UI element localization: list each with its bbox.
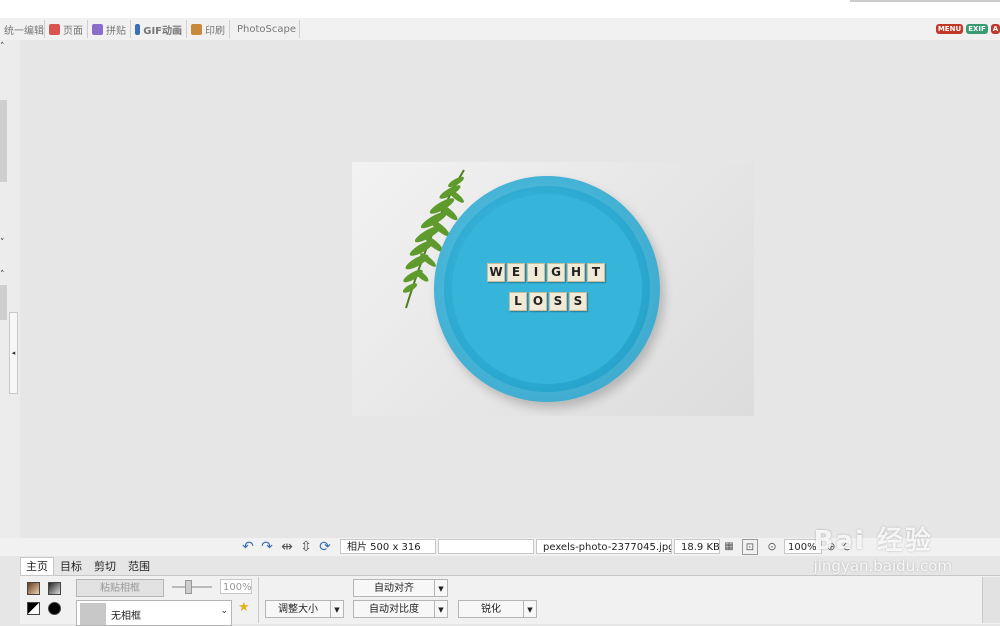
plate-center xyxy=(452,194,642,384)
paste-frame-button[interactable]: 粘贴相框 xyxy=(76,579,164,597)
auto-level-button[interactable]: 自动对齐 xyxy=(353,579,435,597)
letter-tile: O xyxy=(529,292,547,311)
auto-level-dropdown[interactable]: ▼ xyxy=(434,579,448,597)
tab-photoscape[interactable]: PhotoScape xyxy=(230,20,300,38)
contrast-tool-icon[interactable] xyxy=(27,602,40,615)
left-side-strip: ˄ ˅ ˄ ◂ xyxy=(0,40,20,538)
sharpen-dropdown[interactable]: ▼ xyxy=(523,600,537,618)
transparency-grid-icon[interactable]: ▦ xyxy=(722,539,736,555)
tab-home[interactable]: 主页 xyxy=(20,557,54,575)
chevron-up-icon[interactable]: ˄ xyxy=(0,42,9,52)
letter-tile: T xyxy=(587,263,605,282)
editor-panel: 粘贴相框 100% 无相框 ⌄ ★ 调整大小 ▼ 自动对齐 ▼ 自动对比度 ▼ … xyxy=(20,575,1000,626)
tab-gif-animation[interactable]: GIF动画 xyxy=(131,20,187,38)
editor-panel-tabs: 主页 目标 剪切 范围 xyxy=(20,557,156,575)
opacity-slider-thumb[interactable] xyxy=(185,580,192,594)
tab-crop[interactable]: 剪切 xyxy=(88,557,122,576)
letter-tile: W xyxy=(487,263,505,282)
tab-region[interactable]: 范围 xyxy=(122,557,156,576)
combine-icon xyxy=(92,23,103,35)
blue-plate: W E I G H T L O S S xyxy=(434,176,660,402)
menu-badge[interactable]: MENU xyxy=(936,24,963,34)
gray-tool-icon[interactable] xyxy=(48,582,61,595)
chevron-down-icon: ⌄ xyxy=(220,606,228,616)
more-badge[interactable]: A xyxy=(991,24,1000,34)
tiles-line-2: L O S S xyxy=(509,292,587,311)
color-tool-icon[interactable] xyxy=(27,582,40,595)
tab-page[interactable]: 页面 xyxy=(45,20,88,38)
window-top-bar xyxy=(0,0,1000,18)
letter-tile: I xyxy=(527,263,545,282)
top-right-line xyxy=(850,0,1000,2)
gif-icon xyxy=(135,23,141,35)
letter-tile: G xyxy=(547,263,565,282)
tab-batch-editor[interactable]: 统一编辑 xyxy=(0,20,45,38)
frame-select[interactable]: 无相框 ⌄ xyxy=(76,600,232,626)
zoom-actual-icon[interactable]: ⊙ xyxy=(764,539,780,555)
auto-contrast-dropdown[interactable]: ▼ xyxy=(434,600,448,618)
photo-size-field: 相片 500 x 316 xyxy=(340,539,436,554)
flip-horizontal-icon[interactable]: ⇹ xyxy=(279,539,295,555)
negative-tool-icon[interactable] xyxy=(48,602,61,615)
resize-dropdown[interactable]: ▼ xyxy=(330,600,344,618)
left-scroll-thumb[interactable] xyxy=(0,100,7,182)
letter-tile: E xyxy=(507,263,525,282)
photo-preview: W E I G H T L O S S xyxy=(352,162,754,416)
sharpen-button[interactable]: 锐化 xyxy=(458,600,524,618)
zoom-fit-icon[interactable]: ⊡ xyxy=(742,539,758,555)
watermark-url: jingyan.baidu.com xyxy=(813,557,952,575)
auto-contrast-button[interactable]: 自动对比度 xyxy=(353,600,435,618)
chevron-up-icon-2[interactable]: ˄ xyxy=(0,270,9,280)
exif-badge[interactable]: EXIF xyxy=(966,24,988,34)
tiles-line-1: W E I G H T xyxy=(487,263,605,282)
rotate-left-icon[interactable]: ↶ xyxy=(240,539,256,555)
opacity-slider-track[interactable] xyxy=(172,586,212,588)
star-icon[interactable]: ★ xyxy=(238,600,250,615)
page-icon xyxy=(49,23,60,35)
frame-select-label: 无相框 xyxy=(111,611,141,622)
status-empty-field xyxy=(438,539,534,554)
letter-tile: L xyxy=(509,292,527,311)
filesize-field: 18.9 KB xyxy=(674,539,720,554)
print-icon xyxy=(191,23,202,35)
letter-tile: H xyxy=(567,263,585,282)
tab-object[interactable]: 目标 xyxy=(54,557,88,576)
letter-tile: S xyxy=(549,292,567,311)
baidu-jingyan-watermark: Bai 经验 jingyan.baidu.com xyxy=(814,520,952,575)
resize-button[interactable]: 调整大小 xyxy=(265,600,331,618)
panel-scrollbar[interactable] xyxy=(982,577,1000,623)
main-tab-bar: 统一编辑 页面 拼贴 GIF动画 印刷 PhotoScape xyxy=(0,18,1000,41)
rotate-custom-icon[interactable]: ⟳ xyxy=(317,539,333,555)
filename-field: pexels-photo-2377045.jpg xyxy=(536,539,672,554)
opacity-field[interactable]: 100% xyxy=(220,579,252,594)
rotate-right-icon[interactable]: ↷ xyxy=(259,539,275,555)
frame-thumbnail xyxy=(80,603,106,625)
letter-tile: S xyxy=(569,292,587,311)
chevron-down-icon[interactable]: ˅ xyxy=(0,238,9,248)
watermark-brand: Bai 经验 xyxy=(813,526,933,556)
panel-divider xyxy=(258,577,259,623)
collapse-panel-handle[interactable]: ◂ xyxy=(9,312,18,394)
left-scroll-thumb-2[interactable] xyxy=(0,285,7,320)
tab-combine[interactable]: 拼贴 xyxy=(88,20,131,38)
tab-print[interactable]: 印刷 xyxy=(187,20,230,38)
flip-vertical-icon[interactable]: ⇳ xyxy=(298,539,314,555)
